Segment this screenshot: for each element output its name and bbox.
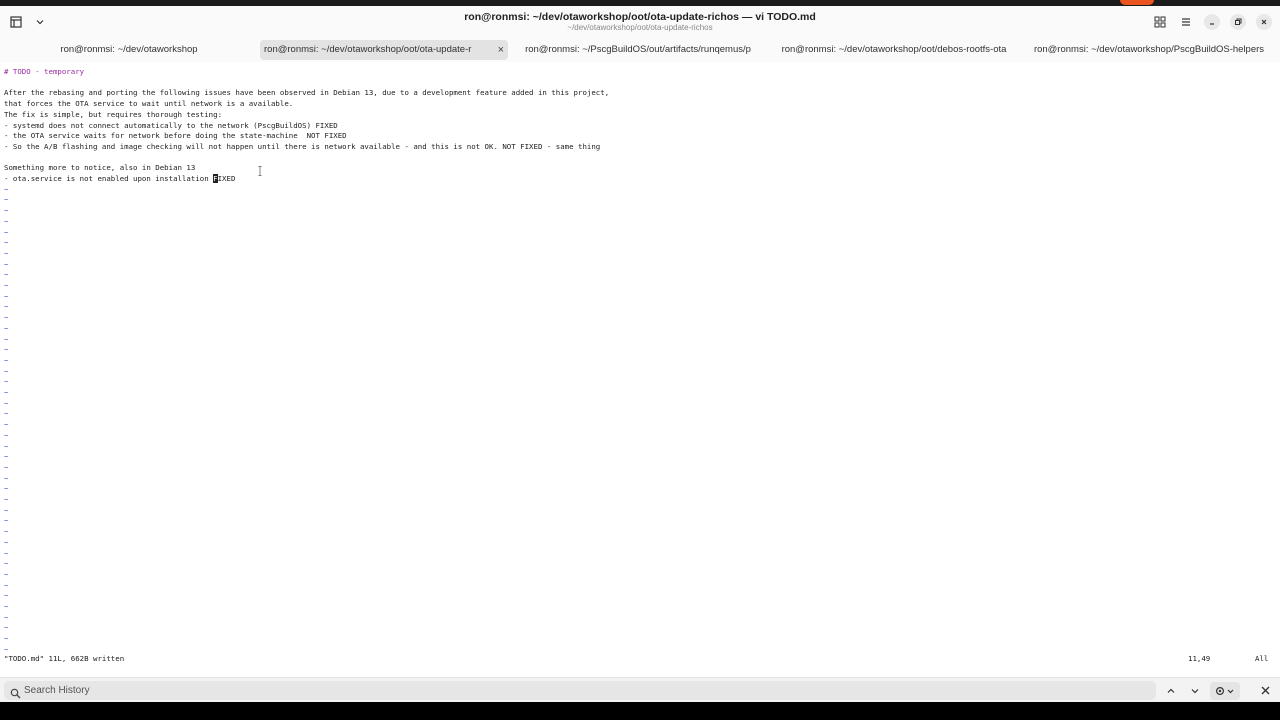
empty-line-tilde: ~ [4,377,9,387]
search-icon [10,684,21,703]
empty-line-tilde: ~ [4,430,9,440]
tab-debos-rootfs-ota[interactable]: ron@ronmsi: ~/dev/otaworkshop/oot/debos-… [768,40,1020,60]
search-history-bar [0,677,1280,702]
empty-line-tilde: ~ [4,580,9,590]
editor-line: # TODO - temporary [4,67,85,76]
empty-line-tilde: ~ [4,623,9,633]
menu-icon[interactable] [1178,14,1194,30]
tab-pscgbuildos-helpers[interactable]: ron@ronmsi: ~/dev/otaworkshop/PscgBuildO… [1024,40,1274,60]
empty-line-tilde: ~ [4,184,9,194]
restore-icon[interactable] [1230,14,1246,30]
empty-line-tilde: ~ [4,548,9,558]
empty-line-tilde: ~ [4,473,9,483]
empty-line-tilde: ~ [4,441,9,451]
search-options-button[interactable] [1210,682,1240,700]
tab-runqemus[interactable]: ron@ronmsi: ~/PscgBuildOS/out/artifacts/… [512,40,764,60]
empty-line-tilde: ~ [4,420,9,430]
text-select-cursor-icon [258,166,262,176]
empty-line-tilde: ~ [4,516,9,526]
terminal-view[interactable]: # TODO - temporary After the rebasing an… [0,62,1280,677]
empty-line-tilde: ~ [4,313,9,323]
empty-line-tilde: ~ [4,323,9,333]
window-title: ron@ronmsi: ~/dev/otaworkshop/oot/ota-up… [464,11,816,23]
empty-line-tilde: ~ [4,195,9,205]
empty-line-tilde: ~ [4,345,9,355]
editor-line: After the rebasing and porting the follo… [4,88,610,98]
empty-line-tilde: ~ [4,216,9,226]
vi-status-message: "TODO.md" 11L, 662B written [4,654,125,663]
tab-label: ron@ronmsi: ~/PscgBuildOS/out/artifacts/… [525,44,751,55]
window-subtitle: ~/dev/otaworkshop/oot/ota-update-richos [567,23,713,32]
empty-line-tilde: ~ [4,398,9,408]
empty-line-tilde: ~ [4,462,9,472]
tab-bar: ron@ronmsi: ~/dev/otaworkshop ron@ronmsi… [0,38,1280,62]
close-window-icon[interactable] [1256,14,1272,30]
empty-line-tilde: ~ [4,452,9,462]
empty-line-tilde: ~ [4,355,9,365]
close-search-icon[interactable] [1258,683,1272,697]
empty-line-tilde: ~ [4,238,9,248]
bottom-strip [0,702,1280,720]
empty-line-tilde: ~ [4,206,9,216]
close-tab-icon[interactable]: × [498,40,504,60]
empty-line-tilde: ~ [4,302,9,312]
empty-line-tilde: ~ [4,409,9,419]
tab-label: ron@ronmsi: ~/dev/otaworkshop [60,44,198,55]
editor-line: - So the A/B flashing and image checking… [4,141,601,151]
empty-line-tilde: ~ [4,602,9,611]
empty-line-tilde: ~ [4,591,9,601]
editor-line: - systemd does not connect automatically… [4,120,338,130]
search-input[interactable] [24,681,1144,700]
empty-line-tilde: ~ [4,366,9,376]
empty-line-tilde: ~ [4,569,9,579]
empty-line-tilde: ~ [4,248,9,258]
empty-line-tilde: ~ [4,527,9,537]
empty-line-tilde: ~ [4,634,9,644]
editor-line-tail: IXED [217,174,236,183]
tab-label: ron@ronmsi: ~/dev/otaworkshop/PscgBuildO… [1033,44,1265,55]
empty-line-tilde: ~ [4,505,9,515]
empty-line-tilde: ~ [4,495,9,504]
search-next-button[interactable] [1186,682,1204,700]
empty-line-tilde: ~ [4,259,9,269]
window-titlebar: ron@ronmsi: ~/dev/otaworkshop/oot/ota-up… [0,6,1280,38]
empty-line-tilde: ~ [4,612,9,622]
tab-ota-update-richos[interactable]: ron@ronmsi: ~/dev/otaworkshop/oot/ota-up… [260,40,508,60]
tab-label: ron@ronmsi: ~/dev/otaworkshop/oot/ota-up… [264,44,472,55]
tab-otaworkshop[interactable]: ron@ronmsi: ~/dev/otaworkshop [6,40,252,60]
empty-line-tilde: ~ [4,291,9,301]
empty-line-tilde: ~ [4,537,9,547]
empty-line-tilde: ~ [4,334,9,344]
search-box[interactable] [4,681,1156,700]
scroll-indicator: All [1255,654,1269,663]
editor-line: Something more to notice, also in Debian… [4,163,196,173]
empty-line-tilde: ~ [4,388,9,397]
top-panel-indicator [1120,0,1154,5]
empty-line-tilde: ~ [4,227,9,237]
editor-line-text: - ota.service is not enabled upon instal… [4,174,214,183]
editor-line: that forces the OTA service to wait unti… [4,99,294,109]
editor-line: - the OTA service waits for network befo… [4,131,347,141]
tab-label: ron@ronmsi: ~/dev/otaworkshop/oot/debos-… [781,44,1007,55]
empty-line-tilde: ~ [4,559,9,569]
empty-line-tilde: ~ [4,281,9,290]
cursor-position: 11,49 [1188,654,1211,663]
search-previous-button[interactable] [1162,682,1180,700]
tab-overview-icon[interactable] [1152,14,1168,30]
editor-line: The fix is simple, but requires thorough… [4,109,223,119]
empty-line-tilde: ~ [4,270,9,280]
minimize-icon[interactable] [1204,14,1220,30]
editor-line-current: - ota.service is not enabled upon instal… [4,174,235,185]
empty-line-tilde: ~ [4,484,9,494]
